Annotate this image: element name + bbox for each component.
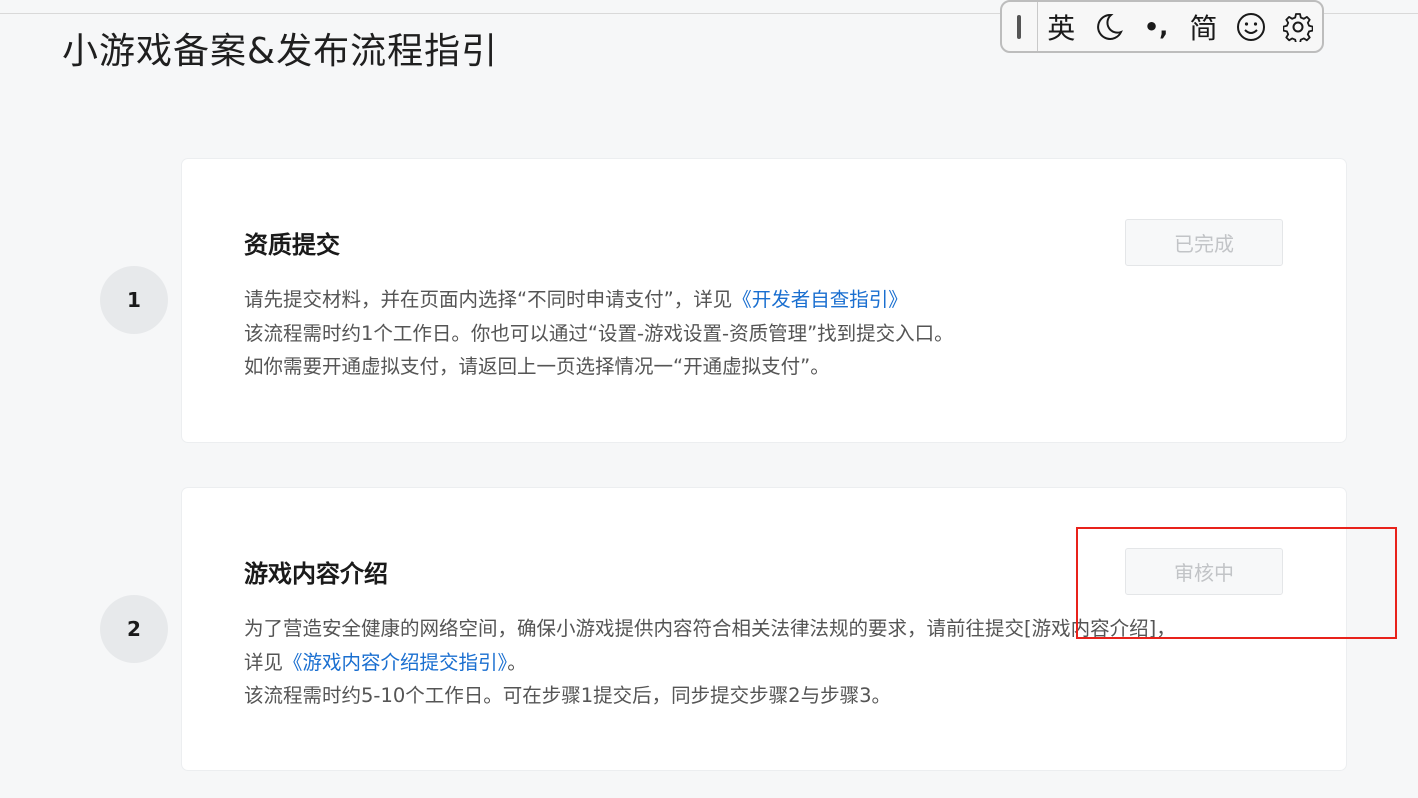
step-number-1: 1 [100, 266, 168, 334]
description-line: 为了营造安全健康的网络空间，确保小游戏提供内容符合相关法律法规的要求，请前往提交… [244, 617, 1176, 640]
description-line: 详见《游戏内容介绍提交指引》。 [244, 646, 1264, 680]
description-line: 请先提交材料，并在页面内选择“不同时申请支付”，详见《开发者自查指引》 [244, 283, 1264, 317]
status-under-review-button[interactable]: 审核中 [1125, 548, 1283, 595]
ime-simplified-toggle[interactable]: 简 [1180, 2, 1227, 51]
step-description: 请先提交材料，并在页面内选择“不同时申请支付”，详见《开发者自查指引》 该流程需… [244, 283, 1264, 384]
page-title: 小游戏备案&发布流程指引 [62, 31, 499, 72]
step-card-1: 资质提交 已完成 请先提交材料，并在页面内选择“不同时申请支付”，详见《开发者自… [182, 159, 1346, 442]
game-content-guide-link[interactable]: 《游戏内容介绍提交指引》 [283, 651, 507, 674]
ime-emoji-button[interactable] [1227, 2, 1274, 51]
description-line: 该流程需时约5-10个工作日。可在步骤1提交后，同步提交步骤2与步骤3。 [244, 684, 891, 707]
developer-self-check-guide-link[interactable]: 《开发者自查指引》 [732, 288, 908, 311]
step-description: 为了营造安全健康的网络空间，确保小游戏提供内容符合相关法律法规的要求，请前往提交… [244, 612, 1264, 713]
gear-icon [1283, 12, 1314, 42]
ime-drag-handle[interactable] [1002, 2, 1038, 51]
moon-icon [1096, 13, 1123, 40]
description-text: 。 [507, 650, 527, 674]
ime-moon-button[interactable] [1085, 2, 1132, 51]
description-text: 详见 [244, 650, 284, 674]
status-completed-button[interactable]: 已完成 [1125, 219, 1283, 266]
step-card-2: 游戏内容介绍 审核中 为了营造安全健康的网络空间，确保小游戏提供内容符合相关法律… [182, 488, 1346, 770]
smiley-icon [1236, 12, 1265, 41]
ime-punctuation-toggle[interactable]: •, [1132, 2, 1179, 51]
description-line: 该流程需时约1个工作日。你也可以通过“设置-游戏设置-资质管理”找到提交入口。 [244, 321, 954, 345]
ime-settings-button[interactable] [1275, 2, 1322, 51]
description-line: 如你需要开通虚拟支付，请返回上一页选择情况一“开通虚拟支付”。 [244, 355, 830, 378]
step-title: 资质提交 [244, 231, 340, 259]
description-text: 请先提交材料，并在页面内选择“不同时申请支付”，详见 [244, 288, 733, 311]
step-title: 游戏内容介绍 [244, 560, 388, 588]
ime-language-toggle[interactable]: 英 [1038, 2, 1085, 51]
step-number-2: 2 [100, 595, 168, 663]
ime-toolbar: 英 •, 简 [1000, 0, 1324, 53]
